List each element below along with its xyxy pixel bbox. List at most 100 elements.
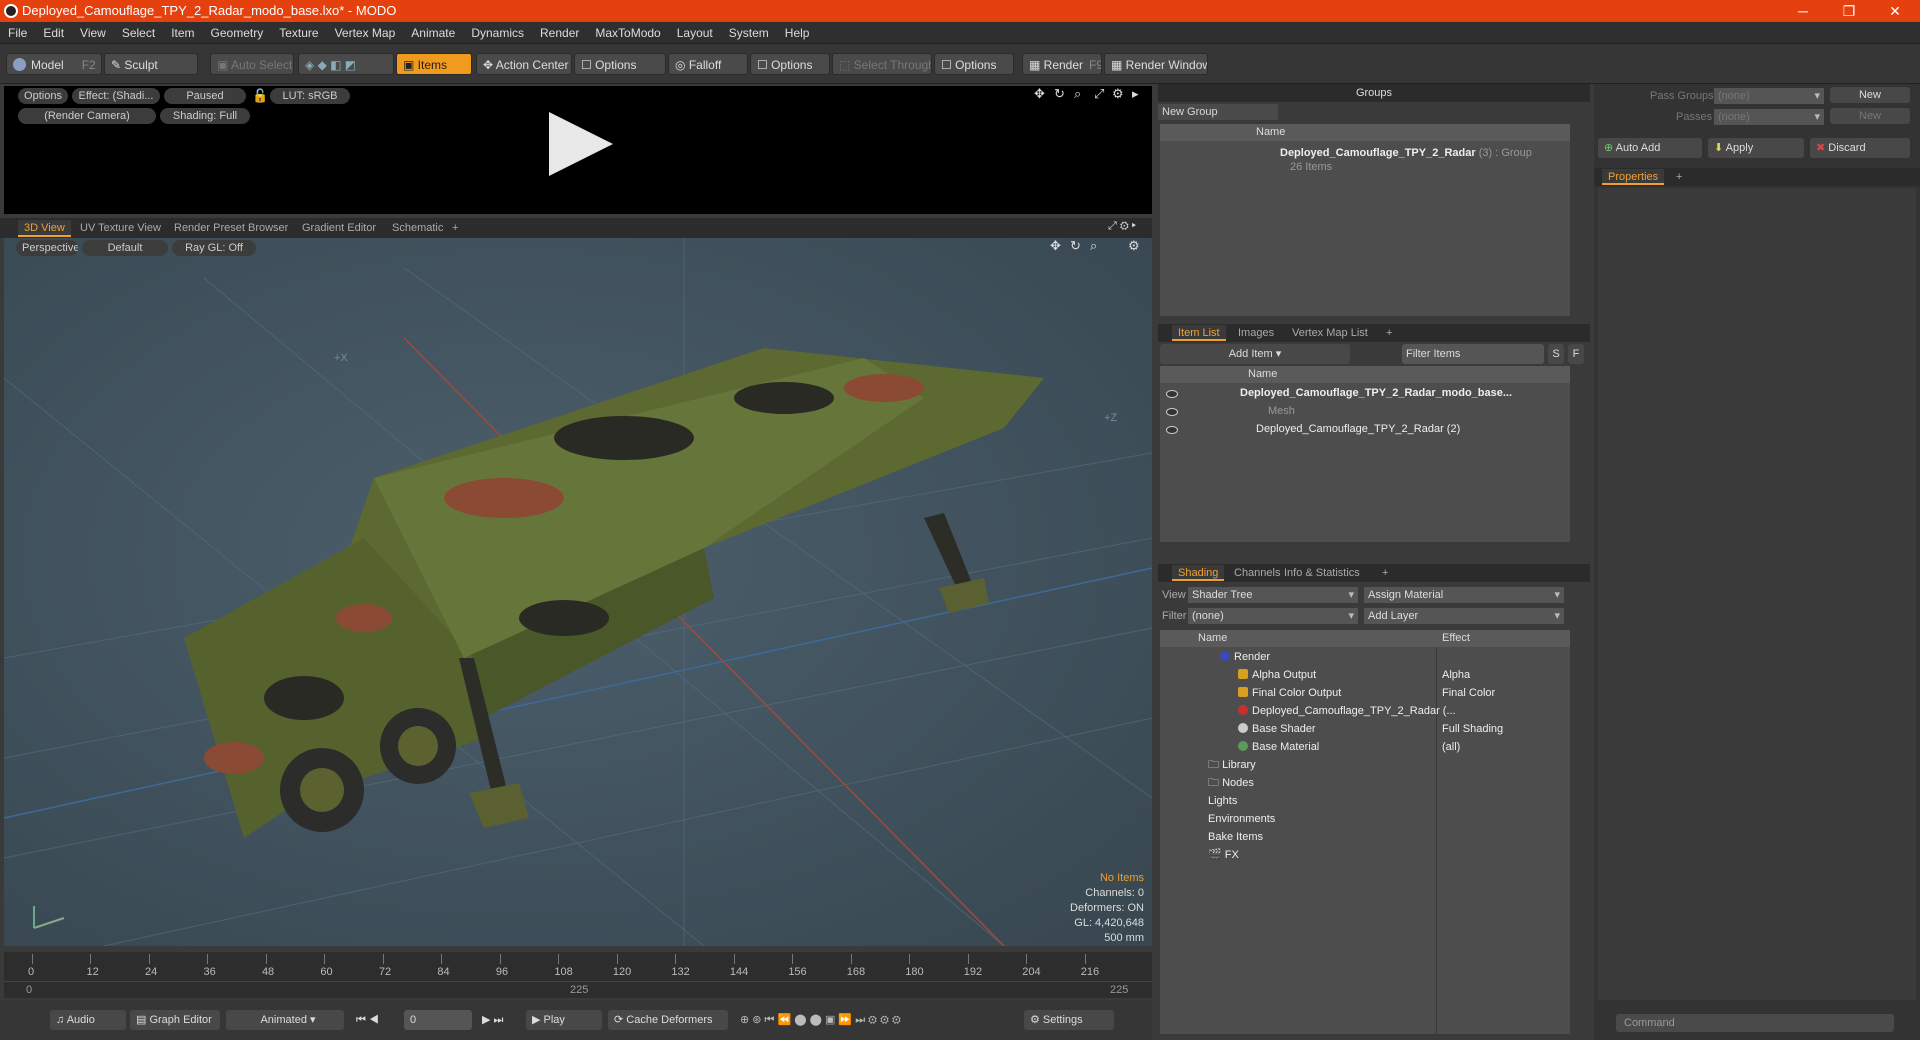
preview-options-button[interactable]: Options: [18, 88, 68, 104]
add-item-dropdown[interactable]: Add Item ▾: [1160, 344, 1350, 364]
filter-s-button[interactable]: S: [1548, 344, 1564, 364]
new-pass-group-button[interactable]: New: [1830, 87, 1910, 103]
filter-items-input[interactable]: Filter Items: [1402, 344, 1544, 364]
auto-select-button[interactable]: ▣ Auto Select: [210, 53, 294, 75]
cache-deformers-button[interactable]: ⟳ Cache Deformers: [608, 1010, 728, 1030]
gear-icon[interactable]: ⚙: [1128, 238, 1140, 254]
command-input[interactable]: Command: [1616, 1014, 1894, 1032]
menu-render[interactable]: Render: [532, 22, 587, 44]
add-layer-dropdown[interactable]: Add Layer: [1364, 608, 1564, 624]
tab-add[interactable]: +: [1670, 169, 1688, 185]
rotate-icon[interactable]: ↻: [1070, 238, 1081, 254]
timeline[interactable]: 0 12 24 36 48 60 72 84 96 108 120 132 144 156 168 180 19…: [4, 952, 1152, 998]
menu-animate[interactable]: Animate: [403, 22, 463, 44]
menu-maxtomodo[interactable]: MaxToModo: [587, 22, 668, 44]
tab-add[interactable]: +: [1380, 325, 1398, 341]
shader-row-library[interactable]: 🗀 Library: [1208, 756, 1256, 774]
shader-row-fx[interactable]: 🎬 FX: [1208, 846, 1239, 864]
tab-schematic[interactable]: Schematic: [386, 220, 449, 237]
discard-button[interactable]: ✖ Discard: [1810, 138, 1910, 158]
lut-dropdown[interactable]: LUT: sRGB: [270, 88, 350, 104]
tab-images[interactable]: Images: [1232, 325, 1280, 341]
frame-input[interactable]: 0: [404, 1010, 472, 1030]
zoom-icon[interactable]: ⌕: [1090, 238, 1097, 254]
audio-button[interactable]: ♫ Audio: [50, 1010, 126, 1030]
menu-dynamics[interactable]: Dynamics: [463, 22, 532, 44]
menu-geometry[interactable]: Geometry: [203, 22, 272, 44]
maximize-button[interactable]: ❐: [1826, 0, 1872, 22]
transport-prev-icons[interactable]: ⏮ ◀: [350, 1010, 400, 1030]
apply-button[interactable]: ⬇ Apply: [1708, 138, 1804, 158]
graph-editor-button[interactable]: ▤ Graph Editor: [130, 1010, 220, 1030]
minimize-button[interactable]: ─: [1780, 0, 1826, 22]
play-button[interactable]: ▶ Play: [526, 1010, 602, 1030]
selection-mode-icons[interactable]: ◈ ◆ ◧ ◩: [298, 53, 394, 75]
shader-row-nodes[interactable]: 🗀 Nodes: [1208, 774, 1254, 792]
maximize-icon[interactable]: ⤢: [1094, 86, 1104, 102]
menu-system[interactable]: System: [721, 22, 777, 44]
shader-row-final-color[interactable]: Final Color Output: [1238, 684, 1341, 702]
new-pass-button[interactable]: New: [1830, 108, 1910, 124]
move-icon[interactable]: ✥: [1050, 238, 1061, 254]
menu-vertex-map[interactable]: Vertex Map: [327, 22, 404, 44]
shader-row-alpha[interactable]: Alpha Output: [1238, 666, 1316, 684]
render-window-button[interactable]: ▦ Render Window: [1104, 53, 1208, 75]
new-group-button[interactable]: New Group: [1158, 104, 1278, 120]
auto-add-button[interactable]: ⊕ Auto Add: [1598, 138, 1702, 158]
shader-row-effect[interactable]: Final Color: [1442, 684, 1495, 702]
maximize-icon[interactable]: ⤢ ⚙ ▸: [1108, 220, 1136, 233]
transport-next-icons[interactable]: ▶ ⏭: [476, 1010, 520, 1030]
menu-view[interactable]: View: [72, 22, 114, 44]
key-tool-icons[interactable]: ⊕ ⊛ ⏮ ⏪ ⬤ ⬤ ▣ ⏩ ⏭ ⚙ ⚙ ⚙: [734, 1010, 1014, 1030]
pass-groups-dropdown[interactable]: (none): [1714, 88, 1824, 104]
list-item[interactable]: Deployed_Camouflage_TPY_2_Radar_modo_bas…: [1240, 384, 1512, 402]
shader-row-material-group[interactable]: Deployed_Camouflage_TPY_2_Radar (...: [1238, 702, 1456, 720]
menu-layout[interactable]: Layout: [669, 22, 721, 44]
gear-icon[interactable]: ⚙: [1112, 86, 1124, 102]
menu-edit[interactable]: Edit: [35, 22, 72, 44]
falloff-options-button[interactable]: ☐ Options: [750, 53, 830, 75]
arrow-right-icon[interactable]: ▸: [1132, 86, 1139, 102]
filter-f-button[interactable]: F: [1568, 344, 1584, 364]
shader-row-base-material[interactable]: Base Material: [1238, 738, 1319, 756]
tab-info-statistics[interactable]: Info & Statistics: [1278, 565, 1366, 581]
default-dropdown[interactable]: Default: [82, 240, 168, 256]
eye-icon[interactable]: [1166, 408, 1178, 416]
timeline-ruler[interactable]: 0 12 24 36 48 60 72 84 96 108 120 132 144 156 168 180 19…: [4, 952, 1152, 982]
lock-icon[interactable]: 🔓: [252, 88, 268, 104]
tab-vertex-map-list[interactable]: Vertex Map List: [1286, 325, 1374, 341]
tab-render-preset-browser[interactable]: Render Preset Browser: [168, 220, 294, 237]
menu-help[interactable]: Help: [777, 22, 818, 44]
tab-3d-view[interactable]: 3D View: [18, 220, 71, 237]
shader-row-environments[interactable]: Environments: [1208, 810, 1275, 828]
rotate-icon[interactable]: ↻: [1054, 86, 1065, 102]
sculpt-mode-button[interactable]: ✎ Sculpt: [104, 53, 198, 75]
select-through-button[interactable]: ⬚ Select Through: [832, 53, 932, 75]
effect-dropdown[interactable]: Effect: (Shadi...: [72, 88, 160, 104]
paused-button[interactable]: Paused: [164, 88, 246, 104]
settings-button[interactable]: ⚙ Settings: [1024, 1010, 1114, 1030]
falloff-button[interactable]: ◎ Falloff: [668, 53, 748, 75]
play-icon[interactable]: [549, 112, 613, 176]
items-mode-button[interactable]: ▣ Items: [396, 53, 472, 75]
move-icon[interactable]: ✥: [1034, 86, 1045, 102]
shader-row-effect[interactable]: Full Shading: [1442, 720, 1503, 738]
tab-add[interactable]: +: [446, 220, 464, 237]
camera-dropdown[interactable]: (Render Camera): [18, 108, 156, 124]
tab-gradient-editor[interactable]: Gradient Editor: [296, 220, 382, 237]
render-button[interactable]: ▦ Render F9: [1022, 53, 1102, 75]
menu-select[interactable]: Select: [114, 22, 163, 44]
perspective-dropdown[interactable]: Perspective: [16, 240, 78, 256]
tab-add[interactable]: +: [1376, 565, 1394, 581]
assign-material-dropdown[interactable]: Assign Material: [1364, 587, 1564, 603]
list-item[interactable]: Mesh: [1268, 402, 1295, 420]
menu-texture[interactable]: Texture: [271, 22, 326, 44]
shader-row-effect[interactable]: (all): [1442, 738, 1460, 756]
action-center-button[interactable]: ✥ Action Center: [476, 53, 572, 75]
model-mode-button[interactable]: Model F2: [6, 53, 102, 75]
shading-dropdown[interactable]: Shading: Full: [160, 108, 250, 124]
shader-row-render[interactable]: Render: [1220, 648, 1270, 666]
shader-row-base-shader[interactable]: Base Shader: [1238, 720, 1316, 738]
3d-viewport[interactable]: Perspective Default Ray GL: Off +X +Z ✥ …: [4, 238, 1152, 946]
shader-row-effect[interactable]: Alpha: [1442, 666, 1470, 684]
